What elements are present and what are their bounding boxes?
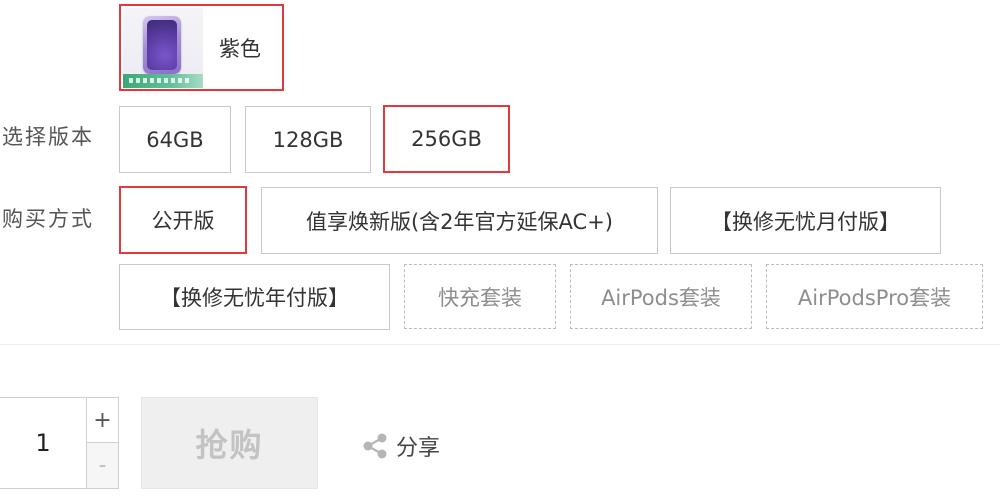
thumbnail-banner: [123, 73, 203, 88]
share-icon: [363, 433, 387, 459]
quantity-increase-button[interactable]: +: [86, 398, 118, 443]
version-option-128gb[interactable]: 128GB: [245, 106, 371, 173]
product-thumbnail: [123, 7, 203, 88]
purchase-option-fast-charge-bundle[interactable]: 快充套装: [404, 264, 556, 329]
color-option-label: 紫色: [219, 36, 261, 61]
share-link[interactable]: 分享: [360, 430, 440, 462]
quantity-input[interactable]: [0, 398, 86, 488]
product-options-panel: 紫色 选择版本 64GB 128GB 256GB 购买方式 公开版 值享焕新版(…: [0, 0, 1000, 500]
quantity-decrease-button[interactable]: -: [86, 443, 118, 488]
version-option-256gb[interactable]: 256GB: [383, 105, 510, 173]
purchase-option-airpods-pro-bundle[interactable]: AirPodsPro套装: [766, 264, 983, 329]
purchase-option-yearly-care[interactable]: 【换修无忧年付版】: [119, 264, 390, 330]
section-divider: [0, 344, 1000, 345]
purchase-method-label: 购买方式: [2, 207, 94, 231]
purchase-option-airpods-bundle[interactable]: AirPods套装: [570, 264, 752, 329]
quantity-stepper: + -: [0, 397, 119, 489]
share-label: 分享: [396, 436, 441, 461]
phone-image: [143, 15, 181, 74]
version-label: 选择版本: [2, 125, 94, 149]
buy-now-button[interactable]: 抢购: [141, 397, 318, 489]
purchase-option-public[interactable]: 公开版: [119, 186, 247, 254]
purchase-option-monthly-care[interactable]: 【换修无忧月付版】: [670, 187, 941, 254]
version-option-64gb[interactable]: 64GB: [119, 106, 231, 173]
color-option-purple[interactable]: 紫色: [119, 4, 284, 91]
purchase-option-trade-in[interactable]: 值享焕新版(含2年官方延保AC+): [261, 187, 658, 254]
